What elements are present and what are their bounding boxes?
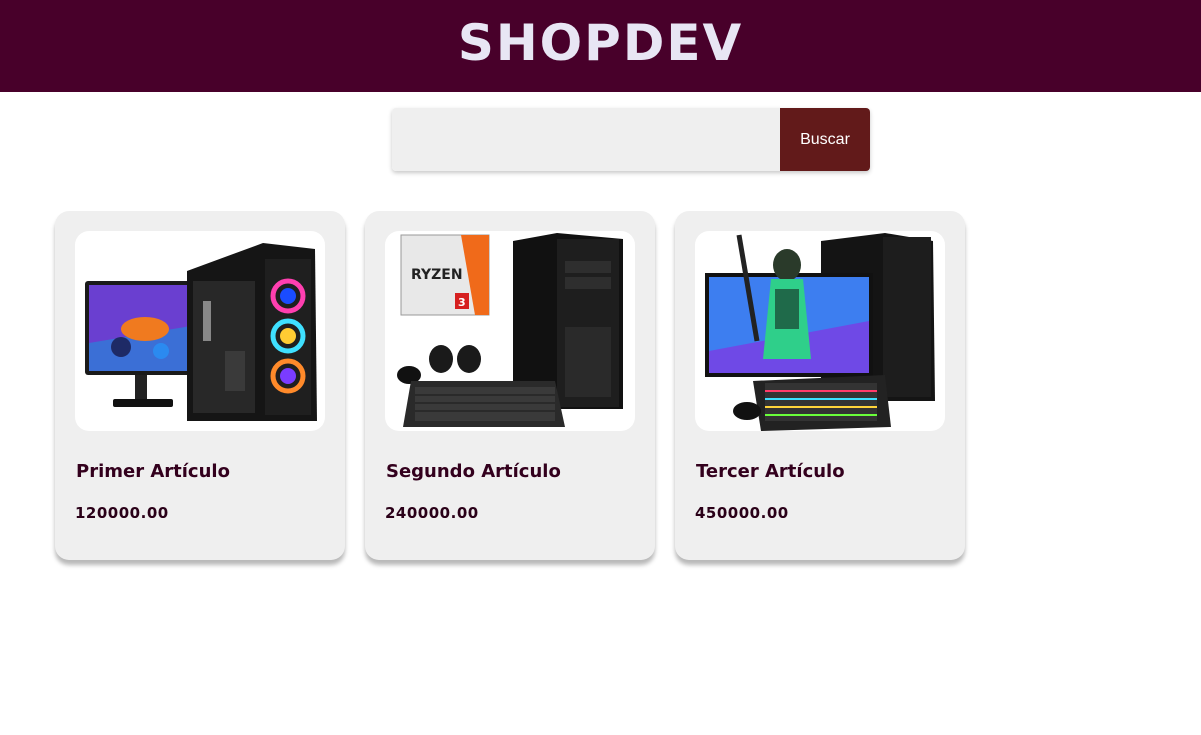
product-price: 450000.00 <box>695 504 789 522</box>
gaming-setup-icon[interactable] <box>695 231 945 431</box>
ryzen-pc-bundle-icon[interactable]: RYZEN 3 <box>385 231 635 431</box>
svg-text:3: 3 <box>458 296 466 309</box>
product-card[interactable]: Tercer Artículo 450000.00 <box>675 211 965 560</box>
product-price: 120000.00 <box>75 504 169 522</box>
search-bar: Buscar <box>392 108 870 171</box>
site-header: SHOPDEV <box>0 0 1201 92</box>
brand-logo[interactable]: SHOPDEV <box>0 0 1201 86</box>
product-title[interactable]: Tercer Artículo <box>696 461 845 482</box>
product-title[interactable]: Segundo Artículo <box>386 461 561 482</box>
search-input[interactable] <box>392 108 780 171</box>
product-title[interactable]: Primer Artículo <box>76 461 230 482</box>
product-card[interactable]: RYZEN 3 Segundo Artículo 240000.00 <box>365 211 655 560</box>
gaming-pc-bundle-icon[interactable] <box>75 231 325 431</box>
svg-text:RYZEN: RYZEN <box>411 267 463 283</box>
product-price: 240000.00 <box>385 504 479 522</box>
search-button[interactable]: Buscar <box>780 108 870 171</box>
product-card[interactable]: Primer Artículo 120000.00 <box>55 211 345 560</box>
